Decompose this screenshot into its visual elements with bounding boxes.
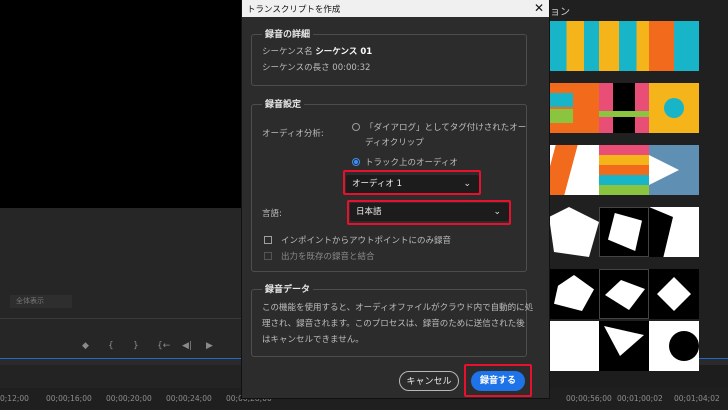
details-section: 録音の詳細 シーケンス名 シーケンス 01 シーケンスの長さ 00:00:32 <box>251 27 527 86</box>
thumbnail[interactable] <box>649 207 699 257</box>
radio-dialog-label-line1: 「ダイアログ」としてタグ付けされたオー <box>365 123 527 133</box>
thumbnail[interactable] <box>599 207 649 257</box>
create-transcript-dialog: トランスクリプトを作成 ✕ 録音の詳細 シーケンス名 シーケンス 01 シーケン… <box>242 0 549 398</box>
highlight-box <box>343 170 481 195</box>
thumbnail[interactable] <box>549 145 599 195</box>
program-monitor <box>0 0 242 208</box>
sequence-name-value: シーケンス 01 <box>315 47 373 57</box>
sequence-length-row: シーケンスの長さ 00:00:32 <box>262 61 370 73</box>
data-section: 録音データ この機能を使用すると、オーディオファイルがクラウド内で自動的に処 理… <box>251 282 533 357</box>
play-icon[interactable]: ▶ <box>206 341 213 351</box>
radio-track-label: トラック上のオーディオ <box>365 158 458 168</box>
checkbox-inout-label: インポイントからアウトポイントにのみ録音 <box>281 236 452 246</box>
timecode-label: 00;01;04;02 <box>674 394 720 403</box>
monitor-ruler <box>0 318 242 327</box>
thumbnail[interactable] <box>599 145 649 195</box>
marker-icon[interactable]: ◆ <box>82 341 89 351</box>
checkbox-inout[interactable] <box>264 236 272 244</box>
thumbnail[interactable] <box>549 83 599 133</box>
thumbnail[interactable] <box>649 145 699 195</box>
panel-title: ョン <box>550 7 570 18</box>
timecode-label: 0;12;00 <box>0 394 29 403</box>
settings-section: 録音設定 オーディオ分析: 「ダイアログ」としてタグ付けされたオー ディオクリッ… <box>251 97 527 272</box>
timecode-label: 00;00;56;00 <box>566 394 612 403</box>
thumbnail[interactable] <box>549 269 599 319</box>
close-icon[interactable]: ✕ <box>530 0 548 17</box>
dialog-title: トランスクリプトを作成 <box>247 5 341 15</box>
info-line: 理され、録音されます。このプロセスは、録音のために送信された後 <box>262 319 525 329</box>
radio-dialog-clips[interactable] <box>352 123 360 131</box>
thumbnail[interactable] <box>599 21 649 71</box>
step-back-icon[interactable]: ◀| <box>182 341 192 351</box>
thumbnail[interactable] <box>599 269 649 319</box>
highlight-box <box>464 364 532 397</box>
checkbox-merge-label: 出力を既存の録音と結合 <box>281 252 375 262</box>
info-line: はキャンセルできません。 <box>262 335 364 345</box>
timecode-label: 00;00;16;00 <box>46 394 92 403</box>
mark-in-icon[interactable]: { <box>108 341 114 351</box>
data-legend: 録音データ <box>262 282 314 295</box>
thumbnail[interactable] <box>549 21 599 71</box>
transition-thumbnails <box>549 21 728 371</box>
mark-out-icon[interactable]: } <box>133 341 139 351</box>
checkbox-merge[interactable] <box>264 252 272 260</box>
sequence-length-value: 00:00:32 <box>332 63 371 73</box>
thumbnail[interactable] <box>549 207 599 257</box>
go-to-in-icon[interactable]: {← <box>157 341 170 351</box>
thumbnail[interactable] <box>549 321 599 371</box>
language-label: 言語: <box>262 209 282 219</box>
thumbnail[interactable] <box>649 269 699 319</box>
zoom-fit-dropdown[interactable]: 全体表示 <box>10 295 72 308</box>
thumbnail[interactable] <box>649 321 699 371</box>
sequence-length-label: シーケンスの長さ <box>262 63 330 73</box>
thumbnail[interactable] <box>649 21 699 71</box>
settings-legend: 録音設定 <box>262 97 305 110</box>
radio-track-audio[interactable] <box>352 158 360 166</box>
thumbnail[interactable] <box>649 83 699 133</box>
timecode-label: 00;01;00;02 <box>617 394 663 403</box>
highlight-box <box>347 200 511 225</box>
info-line: この機能を使用すると、オーディオファイルがクラウド内で自動的に処 <box>262 303 534 313</box>
thumbnail[interactable] <box>599 321 649 371</box>
cancel-button[interactable]: キャンセル <box>399 371 459 391</box>
dialog-titlebar: トランスクリプトを作成 ✕ <box>242 0 549 17</box>
monitor-controls-area <box>0 208 242 358</box>
details-legend: 録音の詳細 <box>262 27 314 40</box>
radio-dialog-label-line2: ディオクリップ <box>365 138 424 148</box>
timecode-label: 00;00;24;00 <box>166 394 212 403</box>
sequence-name-row: シーケンス名 シーケンス 01 <box>262 45 372 57</box>
sequence-name-label: シーケンス名 <box>262 47 313 57</box>
audio-analysis-label: オーディオ分析: <box>262 129 324 139</box>
timecode-label: 00;00;20;00 <box>106 394 152 403</box>
thumbnail[interactable] <box>599 83 649 133</box>
